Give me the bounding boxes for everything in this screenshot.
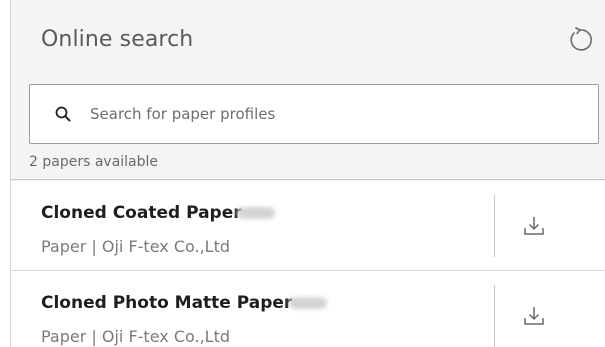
refresh-icon bbox=[570, 27, 592, 51]
search-input[interactable] bbox=[90, 99, 580, 129]
download-button[interactable] bbox=[519, 301, 549, 331]
results-list: Cloned Coated Paper Paper | Oji F-tex Co… bbox=[11, 181, 605, 347]
search-icon bbox=[55, 106, 71, 122]
divider bbox=[494, 195, 495, 257]
page-title: Online search bbox=[41, 27, 194, 52]
results-count: 2 papers available bbox=[11, 152, 605, 180]
paper-name: Cloned Photo Matte Paper bbox=[41, 293, 293, 313]
online-search-panel: Online search 2 papers available Cloned … bbox=[10, 0, 605, 347]
header: Online search bbox=[11, 0, 605, 72]
paper-meta: Paper | Oji F-tex Co.,Ltd bbox=[41, 327, 231, 346]
redacted-label bbox=[237, 207, 275, 219]
refresh-button[interactable] bbox=[564, 24, 596, 56]
download-icon bbox=[524, 217, 544, 235]
list-item[interactable]: Cloned Coated Paper Paper | Oji F-tex Co… bbox=[11, 181, 605, 271]
redacted-label bbox=[289, 297, 327, 309]
paper-name: Cloned Coated Paper bbox=[41, 203, 242, 223]
download-button[interactable] bbox=[519, 211, 549, 241]
divider bbox=[494, 285, 495, 347]
paper-meta: Paper | Oji F-tex Co.,Ltd bbox=[41, 237, 231, 256]
list-item[interactable]: Cloned Photo Matte Paper Paper | Oji F-t… bbox=[11, 271, 605, 347]
search-box[interactable] bbox=[29, 84, 599, 144]
download-icon bbox=[524, 307, 544, 325]
